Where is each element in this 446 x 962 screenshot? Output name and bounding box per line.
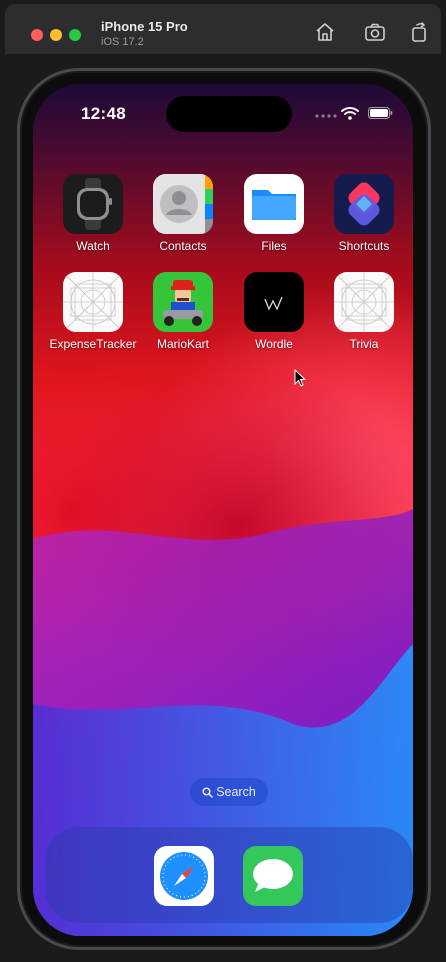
signal-icon: [315, 114, 337, 118]
screenshot-icon[interactable]: [364, 21, 386, 43]
spotlight-search-button[interactable]: Search: [190, 778, 268, 806]
app-files[interactable]: Files: [229, 174, 319, 253]
app-contacts[interactable]: Contacts: [138, 174, 228, 253]
app-shortcuts[interactable]: Shortcuts: [319, 174, 409, 253]
app-label: Files: [261, 239, 287, 253]
battery-icon: [368, 107, 393, 119]
mario-kart-icon: [153, 272, 213, 332]
safari-icon[interactable]: [154, 846, 214, 906]
status-time: 12:48: [81, 104, 126, 123]
home-icon[interactable]: [314, 21, 336, 43]
device-name: iPhone 15 Pro: [101, 19, 188, 34]
app-label: MarioKart: [156, 337, 209, 351]
app-label: Wordle: [255, 337, 293, 351]
dock: [45, 827, 413, 923]
wifi-icon: [341, 107, 359, 120]
app-mariokart[interactable]: MarioKart: [138, 272, 228, 351]
app-label: Trivia: [349, 337, 379, 351]
placeholder-app-icon: [334, 272, 394, 332]
simulator-toolbar: iPhone 15 Pro iOS 17.2: [5, 4, 441, 54]
folder-icon: [244, 174, 304, 234]
wordle-icon: [244, 272, 304, 332]
shortcuts-icon: [334, 174, 394, 234]
home-screen: 12:48 Watch Contacts Files Shortcuts Exp…: [33, 84, 413, 936]
app-trivia[interactable]: Trivia: [319, 272, 409, 351]
app-watch[interactable]: Watch: [48, 174, 138, 253]
app-label: Shortcuts: [338, 239, 390, 253]
search-label: Search: [216, 785, 256, 799]
app-wordle[interactable]: Wordle: [229, 272, 319, 351]
rotate-icon[interactable]: [408, 21, 430, 43]
os-version: iOS 17.2: [101, 36, 144, 48]
dynamic-island: [166, 96, 292, 132]
watch-icon: [63, 174, 123, 234]
app-label: Contacts: [159, 239, 207, 253]
contacts-icon: [153, 174, 213, 234]
search-icon: [202, 787, 213, 798]
app-expensetracker[interactable]: ExpenseTracker: [48, 272, 138, 351]
placeholder-app-icon: [63, 272, 123, 332]
app-label: Watch: [76, 239, 110, 253]
zoom-window-button[interactable]: [69, 29, 81, 41]
minimize-window-button[interactable]: [50, 29, 62, 41]
messages-icon[interactable]: [243, 846, 303, 906]
close-window-button[interactable]: [31, 29, 43, 41]
mouse-cursor-icon: [294, 369, 306, 387]
app-label: ExpenseTracker: [49, 337, 137, 351]
